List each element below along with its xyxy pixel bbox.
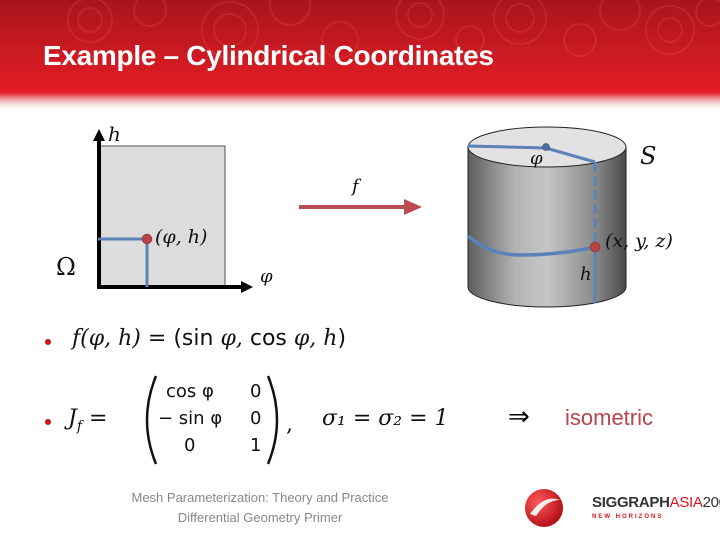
h-symbol: h <box>323 326 338 351</box>
surface-point <box>589 241 601 253</box>
surface-label: S <box>640 142 657 170</box>
logo-wordmark: SIGGRAPHASIA2008 <box>592 494 720 511</box>
logo-brand-accent: ASIA <box>669 494 703 511</box>
open-paren: ( <box>173 326 182 351</box>
map-label: f <box>352 176 359 197</box>
phi-symbol: φ, <box>293 326 317 351</box>
domain-point-label: (φ, h) <box>155 226 208 248</box>
siggraph-swirl-icon <box>525 489 563 527</box>
vertical-axis-arrowhead <box>93 129 105 141</box>
footer: Mesh Parameterization: Theory and Practi… <box>100 488 420 528</box>
footer-course-title: Mesh Parameterization: Theory and Practi… <box>131 490 389 505</box>
siggraph-asia-logo: SIGGRAPHASIA2008 NEW HORIZONS <box>520 488 720 528</box>
close-paren: ) <box>337 326 347 351</box>
surface-point-label: (x, y, z) <box>605 230 673 252</box>
equals-sign: = <box>89 406 108 431</box>
right-paren <box>266 375 279 465</box>
map-arrow <box>299 199 422 215</box>
bullet-marker <box>45 419 51 425</box>
jacobian-symbol: J <box>68 406 77 431</box>
sin-text: sin <box>181 326 214 351</box>
slide-header: Example – Cylindrical Coordinates <box>0 0 720 110</box>
matrix-cell: cos φ <box>166 381 214 402</box>
jacobian-subscript: f <box>76 418 83 435</box>
logo-brand: SIGGRAPH <box>592 494 670 511</box>
map-arrowhead <box>404 199 422 215</box>
domain-square <box>98 145 226 287</box>
matrix-cell: − sin φ <box>158 408 223 429</box>
omega-label: Ω <box>56 253 76 281</box>
header-fade <box>0 92 720 110</box>
matrix-cell: 0 <box>184 435 196 456</box>
equals-sign: = <box>147 326 167 351</box>
cylinder-top-center <box>542 143 550 151</box>
slide-title: Example – Cylindrical Coordinates <box>43 40 494 71</box>
domain-point <box>141 233 153 245</box>
matrix-cell: 0 <box>250 381 262 402</box>
parameter-domain-figure <box>93 129 253 293</box>
footer-section-title: Differential Geometry Primer <box>177 510 343 525</box>
horizontal-axis-arrowhead <box>241 281 253 293</box>
phi-axis-label: φ <box>260 266 273 287</box>
logo-tagline: NEW HORIZONS <box>592 514 664 520</box>
isometric-conclusion: isometric <box>565 405 654 430</box>
left-paren <box>145 375 158 465</box>
matrix-cell: 1 <box>250 435 262 456</box>
cylinder-angle-label: φ <box>530 148 543 169</box>
jacobian-lhs: Jf = <box>68 406 107 434</box>
matrix-comma: , <box>286 412 293 437</box>
bullet-marker <box>45 339 51 345</box>
implies-arrow: ⇒ <box>508 402 530 432</box>
phi-symbol: φ, <box>220 326 243 351</box>
mapping-lhs: f(φ, h) <box>72 326 141 351</box>
logo-year: 2008 <box>702 494 720 511</box>
singular-values-equation: σ₁ = σ₂ = 1 <box>322 406 449 431</box>
h-axis-label: h <box>108 122 121 146</box>
cos-text: cos <box>249 326 287 351</box>
matrix-cell: 0 <box>250 408 262 429</box>
cylinder-height-label: h <box>580 264 592 285</box>
cylinder-body <box>467 146 627 308</box>
mapping-equation: f(φ, h) = (sin φ, cos φ, h) <box>72 326 346 351</box>
